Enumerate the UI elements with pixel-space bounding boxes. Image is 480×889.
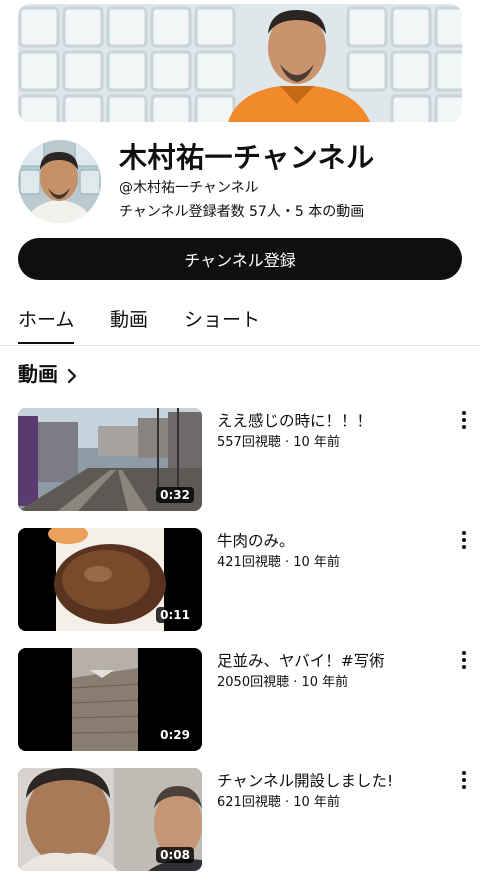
video-item[interactable]: 0:08 チャンネル開設しました! 621回視聴 · 10 年前: [0, 768, 480, 872]
tab-shorts[interactable]: ショート: [184, 305, 260, 332]
channel-avatar[interactable]: [18, 140, 101, 223]
more-options-icon[interactable]: [456, 530, 472, 550]
video-title[interactable]: 足並み、ヤバイ！#写術: [217, 649, 437, 671]
channel-name: 木村祐一チャンネル: [119, 141, 375, 174]
channel-tabs: ホーム 動画 ショート: [0, 300, 480, 346]
more-options-icon[interactable]: [456, 410, 472, 430]
more-options-icon[interactable]: [456, 770, 472, 790]
video-meta: 2050回視聴 · 10 年前: [217, 675, 349, 690]
video-duration: 0:11: [156, 607, 194, 623]
video-thumbnail[interactable]: 0:08: [18, 768, 202, 871]
more-options-icon[interactable]: [456, 650, 472, 670]
video-duration: 0:32: [156, 487, 194, 503]
videos-section-header[interactable]: 動画: [18, 358, 80, 387]
video-meta: 421回視聴 · 10 年前: [217, 555, 340, 570]
channel-handle: @木村祐一チャンネル: [119, 180, 259, 196]
video-item[interactable]: 0:32 ええ感じの時に！！！ 557回視聴 · 10 年前: [0, 408, 480, 512]
video-thumbnail[interactable]: 0:29: [18, 648, 202, 751]
video-title[interactable]: ええ感じの時に！！！: [217, 409, 437, 431]
channel-stats: チャンネル登録者数 57人・5 本の動画: [119, 204, 365, 220]
video-duration: 0:29: [156, 727, 194, 743]
tab-videos[interactable]: 動画: [110, 305, 148, 332]
video-thumbnail[interactable]: 0:11: [18, 528, 202, 631]
chevron-right-icon: [64, 365, 80, 383]
video-meta: 557回視聴 · 10 年前: [217, 435, 340, 450]
video-item[interactable]: 0:11 牛肉のみ。 421回視聴 · 10 年前: [0, 528, 480, 632]
video-title[interactable]: 牛肉のみ。: [217, 529, 437, 551]
video-meta: 621回視聴 · 10 年前: [217, 795, 340, 810]
tab-home[interactable]: ホーム: [18, 305, 75, 344]
video-thumbnail[interactable]: 0:32: [18, 408, 202, 511]
subscribe-button[interactable]: チャンネル登録: [18, 238, 462, 280]
channel-banner: [18, 4, 462, 122]
video-item[interactable]: 0:29 足並み、ヤバイ！#写術 2050回視聴 · 10 年前: [0, 648, 480, 752]
video-duration: 0:08: [156, 847, 194, 863]
section-title: 動画: [18, 362, 58, 386]
video-title[interactable]: チャンネル開設しました!: [217, 769, 437, 791]
